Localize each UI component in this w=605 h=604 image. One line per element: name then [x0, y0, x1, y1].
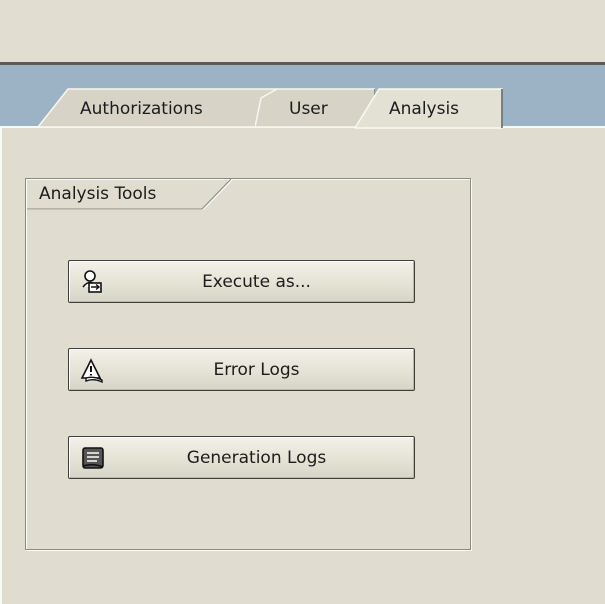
execute-as-button[interactable]: Execute as...	[68, 260, 415, 303]
generation-logs-button[interactable]: Generation Logs	[68, 436, 415, 479]
tab-analysis-label: Analysis	[389, 99, 460, 119]
groupbox-title: Analysis Tools	[27, 179, 232, 210]
error-logs-button[interactable]: Error Logs	[68, 348, 415, 391]
execute-as-label: Execute as...	[202, 272, 311, 292]
tab-authorizations-label: Authorizations	[80, 99, 203, 119]
tab-user-label: User	[289, 99, 328, 119]
tab-analysis[interactable]: Analysis	[355, 88, 503, 129]
generation-logs-label: Generation Logs	[186, 448, 327, 468]
top-toolbar	[0, 0, 605, 64]
groupbox-title-text: Analysis Tools	[39, 184, 157, 204]
error-logs-label: Error Logs	[213, 360, 300, 380]
tab-authorizations[interactable]: Authorizations	[38, 88, 278, 128]
